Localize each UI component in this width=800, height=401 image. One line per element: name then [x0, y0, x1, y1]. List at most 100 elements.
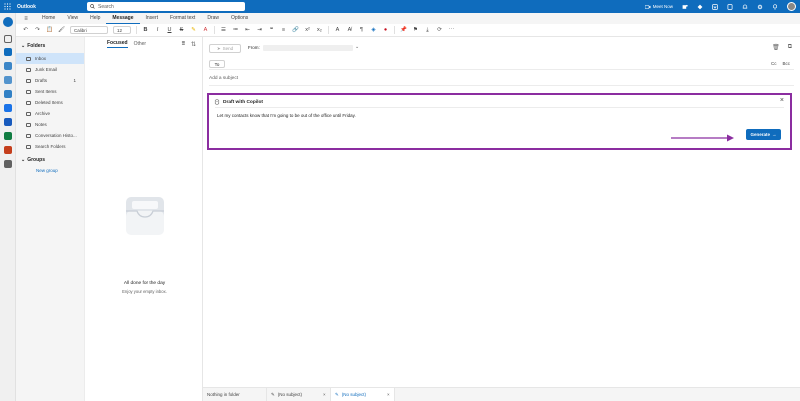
tab-other[interactable]: Other: [134, 41, 147, 47]
tab-help[interactable]: Help: [84, 13, 106, 24]
annotation-arrow: [671, 134, 734, 142]
tab-view[interactable]: View: [61, 13, 84, 24]
tab-message[interactable]: Message: [106, 13, 140, 24]
bcc-button[interactable]: Bcc: [782, 61, 790, 66]
paragraph-icon[interactable]: ¶: [358, 27, 365, 33]
flag-icon[interactable]: ⚑: [412, 27, 419, 33]
filter-icon[interactable]: ⩩: [182, 41, 185, 48]
tab-insert[interactable]: Insert: [140, 13, 165, 24]
generate-button[interactable]: Generate →: [746, 129, 781, 140]
bottom-tab-nothing[interactable]: Nothing in folder: [203, 387, 267, 401]
powerpoint-app-icon[interactable]: [4, 146, 12, 154]
pencil-icon: ✎: [271, 391, 275, 397]
undo-icon[interactable]: ↶: [22, 27, 29, 33]
redo-icon[interactable]: ↷: [34, 27, 41, 33]
tab-focused[interactable]: Focused: [107, 40, 128, 48]
word-app-icon[interactable]: [4, 118, 12, 126]
bottom-tab-draft[interactable]: ✎ (No subject) ×: [267, 387, 331, 401]
folder-item-junk[interactable]: Junk Email: [16, 64, 84, 75]
notes-icon[interactable]: [727, 3, 733, 10]
highlight-icon[interactable]: ✎: [190, 27, 197, 33]
from-address[interactable]: [263, 45, 353, 51]
tab-options[interactable]: Options: [225, 13, 254, 24]
copilot-prompt-input[interactable]: Let my contacts know that I'm going to b…: [217, 113, 356, 118]
calendar-app-icon[interactable]: [4, 62, 12, 70]
teams-icon[interactable]: [682, 4, 688, 10]
subscript-icon[interactable]: x₂: [316, 27, 323, 33]
lightbulb-icon[interactable]: [772, 3, 778, 10]
editor-icon[interactable]: ●: [382, 27, 389, 33]
tag-icon[interactable]: ◈: [370, 27, 377, 33]
pin-icon[interactable]: 📌: [400, 27, 407, 33]
strikethrough-icon[interactable]: S: [178, 27, 185, 33]
folder-item-sent[interactable]: Sent Items: [16, 86, 84, 97]
decrease-indent-icon[interactable]: ⇤: [244, 27, 251, 33]
bottom-tab-draft-active[interactable]: ✎ (No subject) ×: [331, 387, 395, 401]
folder-item-inbox[interactable]: Inbox: [16, 53, 84, 64]
tab-format-text[interactable]: Format text: [164, 13, 201, 24]
quote-icon[interactable]: ❝: [268, 27, 275, 33]
folder-item-conversation-history[interactable]: Conversation Histo...: [16, 130, 84, 141]
font-size-select[interactable]: 12: [113, 26, 131, 34]
popout-icon[interactable]: ⧉: [788, 44, 792, 51]
folder-item-search-folders[interactable]: Search Folders: [16, 141, 84, 152]
mail-app-icon[interactable]: [4, 48, 12, 56]
folders-header[interactable]: ⌄ Folders: [16, 37, 84, 49]
sync-icon[interactable]: ⟳: [436, 27, 443, 33]
bold-icon[interactable]: B: [142, 27, 149, 33]
trash-icon[interactable]: 🗑: [772, 44, 780, 51]
empty-state-subtitle: Enjoy your empty inbox.: [122, 289, 167, 294]
to-button[interactable]: To: [209, 60, 225, 68]
edit-icon[interactable]: [4, 35, 12, 43]
numbering-icon[interactable]: ≔: [232, 27, 239, 33]
clear-format-icon[interactable]: A̸: [346, 27, 353, 33]
to-field[interactable]: To Cc Bcc: [209, 59, 794, 70]
groups-header[interactable]: ⌄ Groups: [16, 152, 84, 163]
hamburger-menu-icon[interactable]: ≡: [16, 16, 36, 22]
search-box[interactable]: Search: [87, 2, 245, 11]
folder-item-drafts[interactable]: Drafts 1: [16, 75, 84, 86]
app-launcher-icon[interactable]: [0, 0, 14, 13]
chevron-down-icon[interactable]: ⌄: [355, 44, 359, 50]
folder-item-notes[interactable]: Notes: [16, 119, 84, 130]
font-family-select[interactable]: Calibri: [70, 26, 108, 34]
send-button[interactable]: ➤ Send: [209, 44, 241, 53]
increase-indent-icon[interactable]: ⇥: [256, 27, 263, 33]
excel-app-icon[interactable]: [4, 132, 12, 140]
word-icon[interactable]: [712, 3, 718, 10]
bell-icon[interactable]: [742, 4, 748, 10]
paste-icon[interactable]: 📋: [46, 27, 53, 33]
styles-icon[interactable]: A: [334, 27, 341, 33]
close-icon[interactable]: ×: [387, 392, 390, 397]
avatar[interactable]: [787, 2, 796, 11]
folder-item-archive[interactable]: Archive: [16, 108, 84, 119]
close-icon[interactable]: ×: [323, 392, 326, 397]
attach-app-icon[interactable]: [4, 90, 12, 98]
meet-now-button[interactable]: Meet Now: [644, 4, 673, 9]
more-options-icon[interactable]: ⋯: [448, 27, 455, 33]
new-group-link[interactable]: New group: [16, 168, 84, 173]
cc-button[interactable]: Cc: [771, 61, 777, 66]
copilot-app-icon[interactable]: [3, 17, 13, 27]
settings-gear-icon[interactable]: [757, 4, 763, 10]
more-apps-icon[interactable]: [4, 160, 12, 168]
tab-home[interactable]: Home: [36, 13, 61, 24]
link-icon[interactable]: 🔗: [292, 27, 299, 33]
superscript-icon[interactable]: x²: [304, 27, 311, 33]
underline-icon[interactable]: U: [166, 27, 173, 33]
format-painter-icon[interactable]: 🖌: [58, 27, 65, 33]
tab-draw[interactable]: Draw: [201, 13, 225, 24]
todo-app-icon[interactable]: [4, 104, 12, 112]
sort-icon[interactable]: ⇅: [191, 41, 196, 48]
download-icon[interactable]: ⤓: [424, 27, 431, 34]
people-app-icon[interactable]: [4, 76, 12, 84]
folder-item-deleted[interactable]: Deleted Items: [16, 97, 84, 108]
align-icon[interactable]: ≡: [280, 27, 287, 33]
diamond-icon[interactable]: [697, 4, 703, 10]
subject-input[interactable]: Add a subject: [209, 76, 794, 86]
font-color-icon[interactable]: A: [202, 27, 209, 33]
app-title[interactable]: Outlook: [17, 4, 97, 10]
close-icon[interactable]: ×: [780, 97, 784, 104]
italic-icon[interactable]: I: [154, 27, 161, 33]
bullets-icon[interactable]: ☰: [220, 27, 227, 33]
